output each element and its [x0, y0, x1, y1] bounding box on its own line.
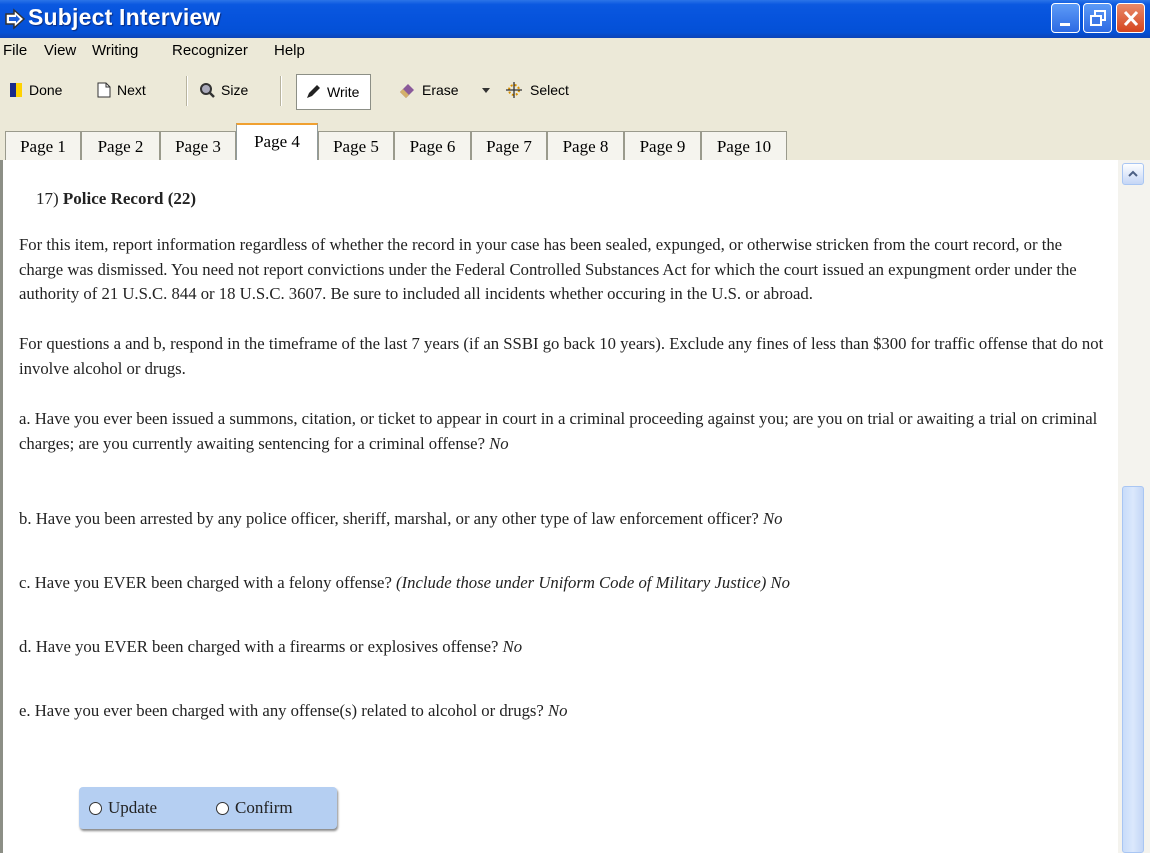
- response-options: Update Confirm: [79, 787, 337, 829]
- app-icon: [5, 8, 26, 30]
- instructions-paragraph-1: For this item, report information regard…: [19, 235, 1077, 303]
- next-button[interactable]: Next: [97, 76, 146, 104]
- tab-page-7[interactable]: Page 7: [471, 131, 547, 160]
- tab-page-1[interactable]: Page 1: [5, 131, 81, 160]
- toolbar-separator: [280, 76, 282, 106]
- write-label: Write: [327, 84, 360, 100]
- question-c-answer[interactable]: No: [771, 573, 790, 592]
- size-button[interactable]: Size: [199, 76, 248, 104]
- question-d: d. Have you EVER been charged with a fir…: [19, 635, 1109, 660]
- question-d-answer[interactable]: No: [503, 637, 522, 656]
- menu-writing[interactable]: Writing: [92, 42, 138, 59]
- tab-page-9[interactable]: Page 9: [624, 131, 701, 160]
- select-button[interactable]: Select: [504, 76, 569, 104]
- question-e: e. Have you ever been charged with any o…: [19, 699, 1109, 724]
- tab-page-2[interactable]: Page 2: [81, 131, 160, 160]
- tab-page-6[interactable]: Page 6: [394, 131, 471, 160]
- tab-page-5[interactable]: Page 5: [318, 131, 394, 160]
- select-icon: [506, 82, 522, 98]
- section-heading: 17) Police Record (22): [36, 189, 196, 209]
- confirm-option[interactable]: Confirm: [216, 798, 293, 818]
- update-radio[interactable]: [89, 801, 102, 815]
- chevron-up-icon: [1128, 170, 1138, 177]
- question-b: b. Have you been arrested by any police …: [19, 507, 1109, 532]
- question-d-text: d. Have you EVER been charged with a fir…: [19, 637, 499, 656]
- dropdown-arrow-icon: [482, 88, 490, 93]
- question-e-text: e. Have you ever been charged with any o…: [19, 701, 544, 720]
- question-a-text: a. Have you ever been issued a summons, …: [19, 409, 1098, 453]
- question-b-answer[interactable]: No: [763, 509, 782, 528]
- restore-icon: [1090, 10, 1106, 26]
- menu-help[interactable]: Help: [274, 42, 305, 59]
- question-c-text: c. Have you EVER been charged with a fel…: [19, 573, 392, 592]
- page-content: 17) Police Record (22) For this item, re…: [0, 160, 1118, 853]
- menu-view[interactable]: View: [44, 42, 76, 59]
- toolbar: Done Next Size Write Erase Select: [0, 62, 1150, 120]
- question-c-note: (Include those under Uniform Code of Mil…: [396, 573, 767, 592]
- tab-page-3[interactable]: Page 3: [160, 131, 236, 160]
- close-icon: [1123, 10, 1139, 27]
- instructions-paragraph-2: For questions a and b, respond in the ti…: [19, 334, 1104, 378]
- write-button[interactable]: Write: [296, 74, 371, 110]
- pen-icon: [307, 85, 320, 98]
- tab-page-8[interactable]: Page 8: [547, 131, 624, 160]
- update-label: Update: [108, 798, 158, 817]
- confirm-radio[interactable]: [216, 801, 229, 815]
- done-label: Done: [29, 82, 63, 98]
- minimize-button[interactable]: [1051, 3, 1080, 33]
- scroll-thumb[interactable]: [1122, 486, 1144, 853]
- done-icon: [10, 83, 22, 97]
- window-title: Subject Interview: [28, 4, 221, 30]
- section-title: Police Record (22): [62, 189, 197, 208]
- done-button[interactable]: Done: [9, 76, 62, 104]
- scroll-up-button[interactable]: [1122, 163, 1144, 185]
- next-label: Next: [117, 82, 146, 98]
- question-e-answer[interactable]: No: [548, 701, 567, 720]
- erase-dropdown-button[interactable]: [481, 76, 491, 104]
- update-option[interactable]: Update: [89, 798, 157, 818]
- restore-button[interactable]: [1083, 3, 1112, 33]
- menu-file[interactable]: File: [3, 42, 27, 59]
- menu-recognizer[interactable]: Recognizer: [172, 42, 248, 59]
- eraser-icon: [400, 84, 414, 98]
- menu-bar: File View Writing Recognizer Help: [0, 38, 1150, 62]
- erase-label: Erase: [422, 82, 459, 98]
- size-label: Size: [221, 82, 249, 98]
- title-bar: Subject Interview: [0, 0, 1150, 38]
- select-label: Select: [530, 82, 569, 98]
- question-a: a. Have you ever been issued a summons, …: [19, 407, 1109, 456]
- section-number: 17): [36, 189, 59, 208]
- page-icon: [97, 82, 111, 98]
- toolbar-separator: [186, 76, 188, 106]
- close-button[interactable]: [1116, 3, 1145, 33]
- magnifier-icon: [200, 83, 215, 98]
- minimize-icon: [1060, 23, 1070, 26]
- question-b-text: b. Have you been arrested by any police …: [19, 509, 759, 528]
- question-c: c. Have you EVER been charged with a fel…: [19, 571, 1109, 596]
- erase-button[interactable]: Erase: [398, 76, 459, 104]
- question-a-answer[interactable]: No: [489, 434, 508, 453]
- tab-page-4[interactable]: Page 4: [236, 123, 318, 161]
- page-tabs: Page 1 Page 2 Page 3 Page 4 Page 5 Page …: [0, 120, 1150, 162]
- tab-page-10[interactable]: Page 10: [701, 131, 787, 160]
- vertical-scrollbar[interactable]: [1118, 160, 1150, 853]
- confirm-label: Confirm: [235, 798, 293, 817]
